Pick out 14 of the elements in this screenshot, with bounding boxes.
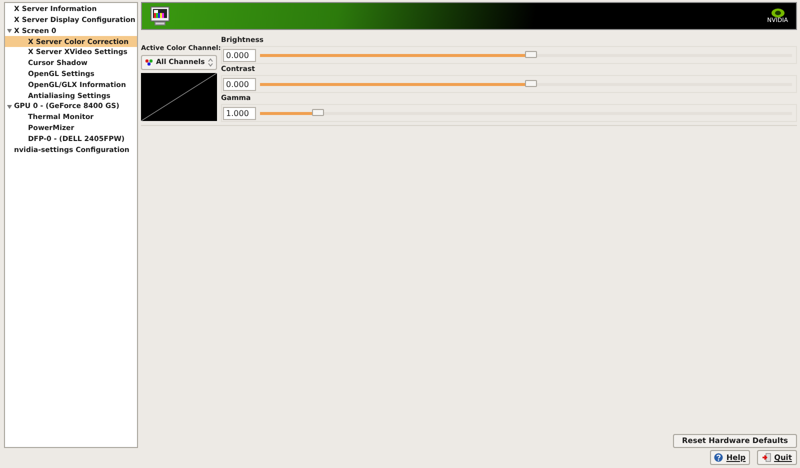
help-icon — [714, 453, 724, 462]
eye-logo-icon — [770, 8, 785, 18]
value-field[interactable]: 0.000 — [223, 48, 256, 62]
slider-thumb[interactable] — [525, 80, 537, 86]
expander-icon[interactable] — [7, 28, 12, 33]
monitor-icon — [150, 6, 170, 26]
channels-icon — [145, 59, 153, 66]
value-field[interactable]: 0.000 — [223, 78, 256, 90]
slider-thumb[interactable] — [525, 50, 537, 58]
spin-arrows-icon — [208, 58, 213, 67]
exit-door-icon — [762, 453, 772, 462]
slider-thumb[interactable] — [312, 108, 324, 116]
expander-icon[interactable] — [7, 104, 12, 109]
value-field[interactable]: 1.000 — [223, 106, 256, 120]
